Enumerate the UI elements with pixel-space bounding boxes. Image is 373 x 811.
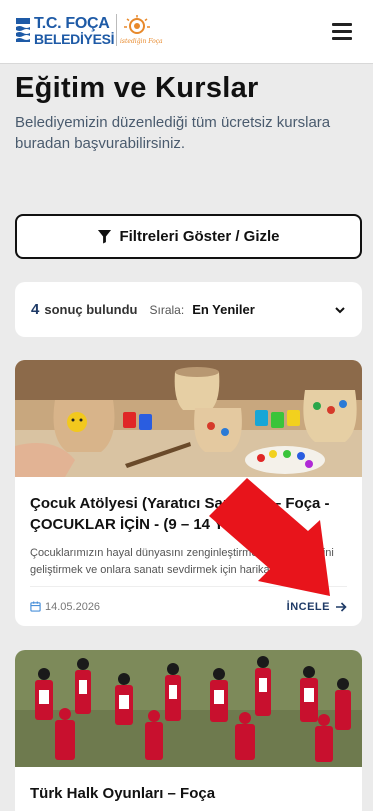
inspect-link-label: İNCELE: [286, 600, 330, 613]
inspect-link[interactable]: İNCELE: [287, 601, 347, 613]
logo-tagline: istediğin Foça: [120, 38, 163, 45]
sun-logo-icon: [124, 15, 150, 34]
sort-label: Sırala:: [149, 302, 185, 317]
filter-toggle-label: Filtreleri Göster / Gizle: [119, 228, 280, 245]
filter-funnel-icon: [98, 229, 112, 244]
course-card[interactable]: Çocuk Atölyesi (Yaratıcı Sanatlar) – Foç…: [15, 360, 362, 626]
course-date-text: 14.05.2026: [45, 600, 101, 613]
filter-toggle-button[interactable]: Filtreleri Göster / Gizle: [15, 214, 362, 259]
page-title: Eğitim ve Kurslar: [15, 72, 259, 104]
course-title[interactable]: Türk Halk Oyunları – Foça: [30, 783, 347, 804]
course-description: Çocuklarımızın hayal dünyasını zenginleş…: [30, 547, 334, 576]
chevron-down-icon[interactable]: [334, 306, 346, 314]
result-count-label: sonuç bulundu: [44, 302, 138, 317]
course-card-body: Çocuk Atölyesi (Yaratıcı Sanatlar) – Foç…: [15, 477, 362, 579]
page-subtitle: Belediyemizin düzenlediği tüm ücretsiz k…: [15, 114, 331, 152]
logo-subtitle: BELEDİYESİ: [34, 31, 115, 47]
course-date: 14.05.2026: [30, 601, 100, 613]
course-title[interactable]: Çocuk Atölyesi (Yaratıcı Sanatlar) – Foç…: [30, 493, 347, 535]
course-image-folk-dance[interactable]: [15, 650, 362, 767]
course-card-footer: 14.05.2026 İNCELE: [30, 586, 347, 626]
hamburger-menu-icon[interactable]: [332, 22, 354, 40]
sort-select[interactable]: En Yeniler: [192, 302, 334, 317]
course-card-body: Türk Halk Oyunları – Foça: [15, 767, 362, 804]
calendar-icon: [30, 601, 41, 612]
arrow-right-icon: [336, 601, 347, 612]
logo-divider: [116, 14, 117, 46]
logo-waves-icon: [16, 18, 30, 42]
site-header: T.C. FOÇA BELEDİYESİ istediğin Foça: [0, 0, 373, 64]
foca-municipality-logo[interactable]: T.C. FOÇA BELEDİYESİ istediğin Foça: [16, 14, 163, 48]
result-count: 4: [31, 301, 40, 318]
results-bar: 4 sonuç bulundu Sırala: En Yeniler: [15, 282, 362, 337]
course-card[interactable]: Türk Halk Oyunları – Foça: [15, 650, 362, 811]
course-image-art-workshop[interactable]: [15, 360, 362, 477]
